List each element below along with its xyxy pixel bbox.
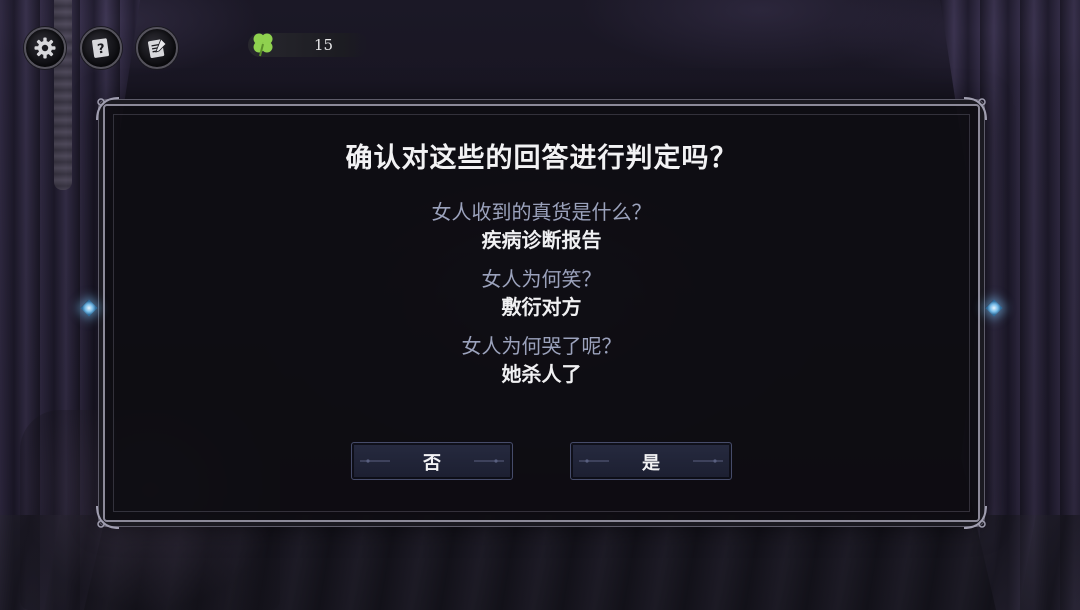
corner-ornament: [963, 505, 987, 529]
answer-list: 女人收到的真货是什么？ 疾病诊断报告 女人为何笑？ 敷衍对方 女人为何哭了呢？ …: [105, 198, 978, 399]
question-text: 女人为何笑？: [481, 267, 602, 291]
question-card-icon: ?: [89, 36, 113, 60]
four-leaf-clover-icon: [248, 29, 278, 59]
clover-count: 15: [314, 36, 334, 54]
gear-icon: [33, 36, 57, 60]
list-item: 女人为何笑？ 敷衍对方: [105, 265, 978, 332]
settings-button[interactable]: [24, 27, 66, 69]
question-text: 女人收到的真货是什么？: [431, 200, 652, 224]
button-ornament: [693, 459, 723, 463]
answer-text: 敷衍对方: [501, 295, 582, 319]
list-item: 女人收到的真货是什么？ 疾病诊断报告: [105, 198, 978, 265]
list-item: 女人为何哭了呢？ 她杀人了: [105, 332, 978, 399]
clover-counter: 15: [248, 33, 368, 57]
button-ornament: [474, 459, 504, 463]
dialog-title: 确认对这些的回答进行判定吗？: [345, 143, 738, 174]
answer-text: 疾病诊断报告: [481, 228, 602, 252]
yes-button[interactable]: 是: [570, 442, 732, 480]
game-screen: ? 15 确认对这些的回答进行判定吗？ 女人收到的真货是什么？ 疾病诊断报告 女…: [0, 0, 1080, 610]
corner-ornament: [963, 97, 987, 121]
confirm-dialog: 确认对这些的回答进行判定吗？ 女人收到的真货是什么？ 疾病诊断报告 女人为何笑？…: [80, 97, 1003, 529]
help-button[interactable]: ?: [80, 27, 122, 69]
answer-text: 她杀人了: [501, 362, 582, 386]
corner-ornament: [96, 97, 120, 121]
question-text: 女人为何哭了呢？: [461, 334, 622, 358]
no-button[interactable]: 否: [351, 442, 513, 480]
notebook-icon: [145, 36, 169, 60]
notes-button[interactable]: [136, 27, 178, 69]
corner-ornament: [96, 505, 120, 529]
curtain-tassel: [54, 0, 72, 190]
